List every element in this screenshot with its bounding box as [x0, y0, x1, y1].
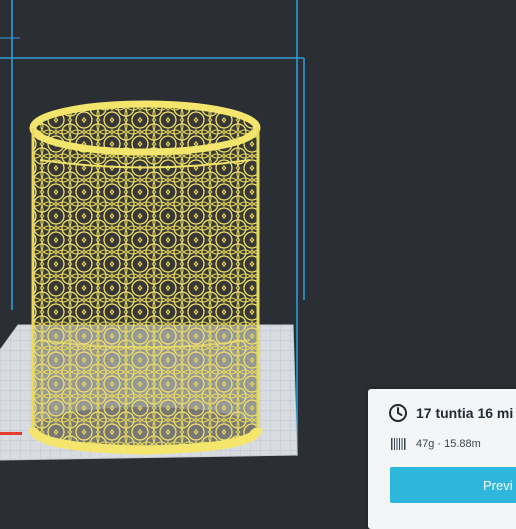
- x-axis-indicator: [0, 432, 22, 435]
- material-usage-text: 47g · 15.88m: [416, 438, 481, 450]
- print-time-row: 17 tuntia 16 mi: [388, 403, 513, 423]
- print-info-panel: 17 tuntia 16 mi 47g · 15.88m Previ: [368, 389, 516, 529]
- material-usage-row: 47g · 15.88m: [390, 436, 481, 452]
- clock-icon: [389, 404, 407, 422]
- preview-button[interactable]: Previ: [390, 467, 516, 503]
- model-lattice-cylinder[interactable]: [28, 95, 263, 455]
- spool-icon: [391, 438, 406, 450]
- print-time-text: 17 tuntia 16 mi: [416, 405, 514, 421]
